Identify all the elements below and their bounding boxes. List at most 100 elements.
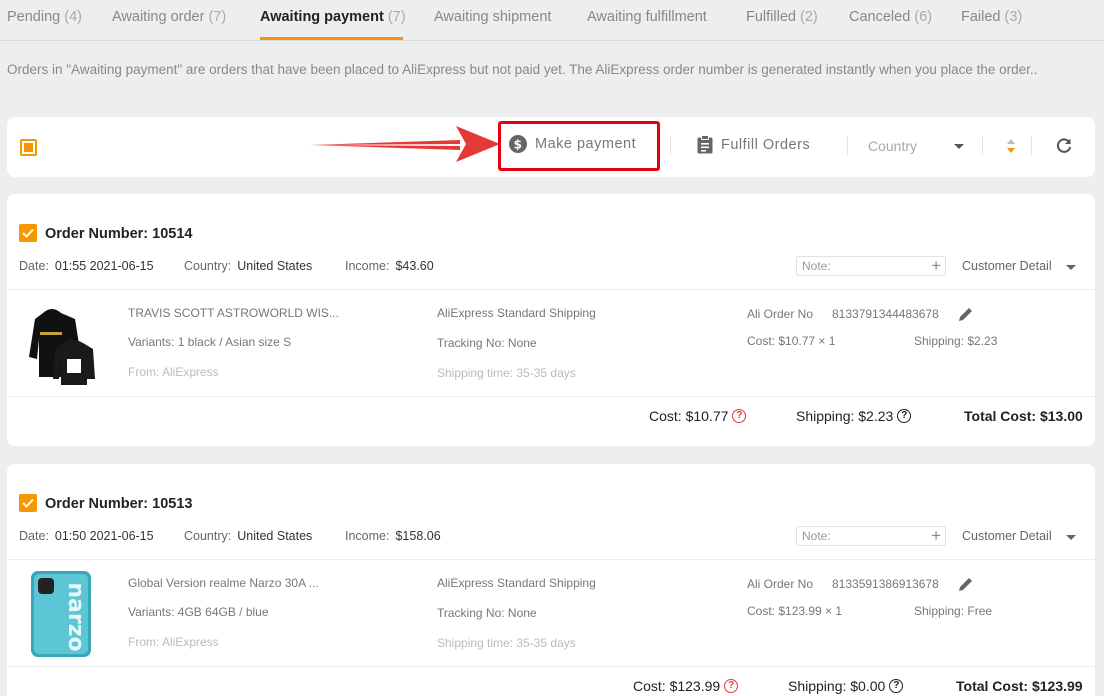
country-select[interactable]: Country <box>868 138 917 154</box>
income-label: Income: <box>345 259 390 273</box>
order-cost-value: Cost: $10.77 <box>649 408 729 424</box>
shipping-method: AliExpress Standard Shipping <box>437 306 596 320</box>
order-status-tabs: Pending (4) Awaiting order (7) Awaiting … <box>0 0 1104 41</box>
tab-label: Awaiting order <box>112 9 205 25</box>
tab-label: Pending <box>7 9 61 25</box>
tab-pending[interactable]: Pending (4) <box>7 9 82 25</box>
divider <box>7 289 1095 290</box>
item-cost: Cost: $10.77 × 1 <box>747 334 836 348</box>
product-image: narzo <box>31 571 91 657</box>
tracking-number: Tracking No: None <box>437 606 537 620</box>
tab-canceled[interactable]: Canceled (6) <box>849 9 932 25</box>
help-icon[interactable]: ? <box>732 409 747 423</box>
help-icon[interactable]: ? <box>889 679 904 693</box>
tab-label: Awaiting shipment <box>434 9 552 25</box>
order-country: Country: United States <box>184 259 312 273</box>
tab-awaiting-fulfillment[interactable]: Awaiting fulfillment <box>587 9 707 25</box>
income-value: $158.06 <box>395 529 441 543</box>
order-country: Country: United States <box>184 529 312 543</box>
country-value: United States <box>237 529 313 543</box>
toolbar-divider <box>670 137 671 155</box>
tab-awaiting-payment[interactable]: Awaiting payment (7) <box>260 9 406 25</box>
tab-label: Failed <box>961 9 1001 25</box>
divider <box>7 396 1095 397</box>
order-shipping: Shipping: $0.00? <box>788 678 904 694</box>
income-label: Income: <box>345 529 390 543</box>
shipping-time: Shipping time: 35-35 days <box>437 636 576 650</box>
order-total: Total Cost: $13.00 <box>964 408 1083 424</box>
date-label: Date: <box>19 259 49 273</box>
tab-label: Canceled <box>849 9 911 25</box>
tab-fulfilled[interactable]: Fulfilled (2) <box>746 9 818 25</box>
tab-count: (7) <box>208 9 227 25</box>
tab-awaiting-order[interactable]: Awaiting order (7) <box>112 9 226 25</box>
item-shipping: Shipping: $2.23 <box>914 334 998 348</box>
item-shipping: Shipping: Free <box>914 604 993 618</box>
order-income: Income: $158.06 <box>345 529 441 543</box>
customer-detail-toggle[interactable]: Customer Detail <box>962 259 1052 273</box>
product-title[interactable]: Global Version realme Narzo 30A ... <box>128 576 319 590</box>
pencil-icon[interactable] <box>958 576 974 592</box>
order-card: Order Number: 10513 Date: 01:50 2021-06-1… <box>7 464 1095 696</box>
help-icon[interactable]: ? <box>897 409 912 423</box>
tracking-number: Tracking No: None <box>437 336 537 350</box>
order-cost: Cost: $123.99? <box>633 678 739 694</box>
product-variants: Variants: 1 black / Asian size S <box>128 335 292 349</box>
country-label: Country: <box>184 529 232 543</box>
pencil-icon[interactable] <box>958 306 974 322</box>
clipboard-icon <box>697 135 713 154</box>
order-checkbox[interactable] <box>19 224 37 242</box>
note-placeholder: Note: <box>802 529 831 543</box>
product-title[interactable]: TRAVIS SCOTT ASTROWORLD WIS... <box>128 306 339 320</box>
order-checkbox[interactable] <box>19 494 37 512</box>
order-number: Order Number: 10514 <box>45 226 193 242</box>
fulfill-orders-button[interactable]: Fulfill Orders <box>697 135 810 154</box>
tab-description: Orders in "Awaiting payment" are orders … <box>7 62 1038 77</box>
help-icon[interactable]: ? <box>724 679 739 693</box>
order-income: Income: $43.60 <box>345 259 434 273</box>
order-cost: Cost: $10.77? <box>649 408 747 424</box>
order-shipping: Shipping: $2.23? <box>796 408 912 424</box>
note-input[interactable]: Note: + <box>796 256 946 276</box>
checkmark-icon <box>22 228 34 238</box>
active-tab-indicator <box>260 37 403 40</box>
refresh-icon[interactable] <box>1055 137 1073 155</box>
tab-label: Fulfilled <box>746 9 796 25</box>
shipping-method: AliExpress Standard Shipping <box>437 576 596 590</box>
tab-count: (4) <box>64 9 82 25</box>
product-source: From: AliExpress <box>128 365 219 379</box>
svg-text:narzo: narzo <box>63 582 88 651</box>
plus-icon[interactable]: + <box>931 526 941 546</box>
note-placeholder: Note: <box>802 259 831 273</box>
chevron-down-icon[interactable] <box>954 144 964 149</box>
order-shipping-value: Shipping: $2.23 <box>796 408 894 424</box>
annotation-arrow <box>310 126 500 162</box>
toolbar-divider <box>847 137 848 155</box>
order-cost-value: Cost: $123.99 <box>633 678 721 694</box>
select-all-checkbox[interactable] <box>20 139 37 156</box>
shipping-time: Shipping time: 35-35 days <box>437 366 576 380</box>
tab-awaiting-shipment[interactable]: Awaiting shipment <box>434 9 551 25</box>
customer-detail-toggle[interactable]: Customer Detail <box>962 529 1052 543</box>
item-cost: Cost: $123.99 × 1 <box>747 604 843 618</box>
chevron-down-icon[interactable] <box>1066 535 1076 540</box>
tab-count: (2) <box>800 9 818 25</box>
order-number: Order Number: 10513 <box>45 496 193 512</box>
order-shipping-value: Shipping: $0.00 <box>788 678 886 694</box>
ali-order-number: 8133591386913678 <box>832 577 939 591</box>
note-input[interactable]: Note: + <box>796 526 946 546</box>
product-image <box>29 309 95 385</box>
date-value: 01:55 2021-06-15 <box>54 259 154 273</box>
fulfill-orders-label: Fulfill Orders <box>721 136 811 153</box>
order-total: Total Cost: $123.99 <box>956 678 1083 694</box>
checkmark-icon <box>22 498 34 508</box>
plus-icon[interactable]: + <box>931 256 941 276</box>
sort-icon[interactable] <box>1006 137 1016 155</box>
tab-failed[interactable]: Failed (3) <box>961 9 1022 25</box>
divider <box>7 559 1095 560</box>
product-variants: Variants: 4GB 64GB / blue <box>128 605 269 619</box>
date-value: 01:50 2021-06-15 <box>54 529 154 543</box>
country-label: Country: <box>184 259 232 273</box>
order-card: Order Number: 10514 Date: 01:55 2021-06-1… <box>7 194 1095 446</box>
chevron-down-icon[interactable] <box>1066 265 1076 270</box>
